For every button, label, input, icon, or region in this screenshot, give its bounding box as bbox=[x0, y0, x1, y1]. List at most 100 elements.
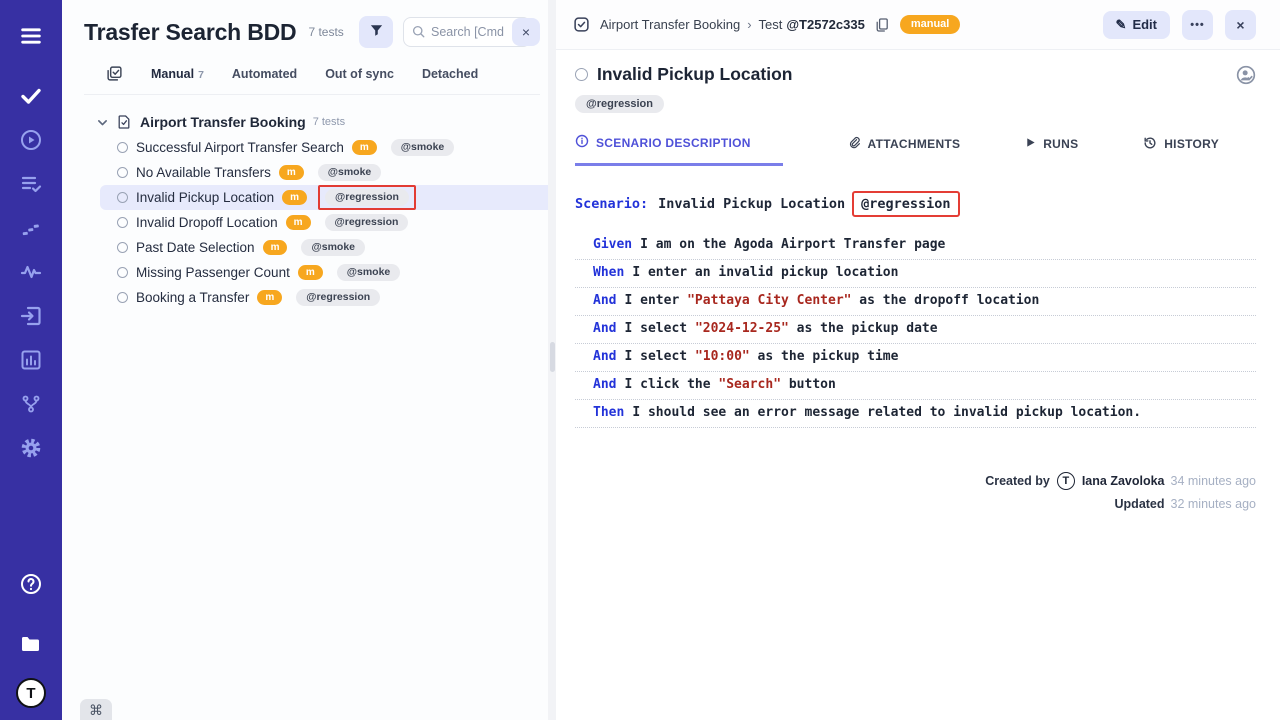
tag-pill: @smoke bbox=[337, 264, 401, 282]
resize-handle[interactable] bbox=[550, 342, 555, 372]
test-status-circle-icon bbox=[117, 142, 128, 153]
step-text: as the pickup time bbox=[750, 349, 899, 364]
search-close-button[interactable]: × bbox=[512, 18, 540, 46]
scenario-step: AndI select "2024-12-25" as the pickup d… bbox=[575, 316, 1256, 344]
chevron-down-icon[interactable] bbox=[96, 116, 109, 129]
manual-badge: m bbox=[257, 290, 282, 305]
bar-chart-icon[interactable] bbox=[18, 347, 44, 373]
filter-tabs-row: Manual7 Automated Out of sync Detached bbox=[84, 65, 540, 95]
breadcrumb-separator: › bbox=[747, 17, 751, 32]
edit-button[interactable]: ✎ Edit bbox=[1103, 11, 1170, 39]
funnel-icon bbox=[369, 23, 384, 41]
step-keyword: When bbox=[593, 265, 624, 280]
assignee-icon[interactable] bbox=[1236, 65, 1256, 85]
paperclip-icon[interactable] bbox=[848, 136, 861, 152]
step-text: I enter an invalid pickup location bbox=[632, 265, 898, 280]
test-status-circle-icon bbox=[117, 267, 128, 278]
scenario-step: Given I am on the Agoda Airport Transfer … bbox=[575, 232, 1256, 260]
detail-actions: ✎ Edit ••• × bbox=[1103, 10, 1256, 40]
test-status-circle-icon bbox=[575, 68, 588, 81]
pulse-icon[interactable] bbox=[18, 259, 44, 285]
tab-label: RUNS bbox=[1043, 137, 1078, 151]
history-icon[interactable] bbox=[1143, 136, 1157, 153]
tag-pill: @regression bbox=[325, 214, 409, 232]
filter-tab-label: Automated bbox=[232, 67, 297, 81]
manual-status-badge: manual bbox=[900, 15, 961, 34]
test-row[interactable]: No Available Transfersm@smoke bbox=[62, 160, 548, 185]
step-string-value: "10:00" bbox=[695, 349, 750, 364]
filter-tab-manual[interactable]: Manual7 bbox=[151, 67, 204, 81]
list-title-row: Trasfer Search BDD 7 tests × bbox=[84, 16, 540, 48]
folder-icon[interactable] bbox=[18, 631, 44, 657]
play-circle-icon[interactable] bbox=[18, 127, 44, 153]
filter-tab-automated[interactable]: Automated bbox=[232, 67, 297, 81]
exit-icon[interactable] bbox=[18, 303, 44, 329]
tab-runs[interactable]: RUNS bbox=[1025, 134, 1078, 166]
panel-resize-divider[interactable] bbox=[548, 0, 556, 720]
test-row[interactable]: Missing Passenger Countm@smoke bbox=[62, 260, 548, 285]
list-check-icon[interactable] bbox=[18, 171, 44, 197]
test-status-circle-icon bbox=[117, 192, 128, 203]
gear-icon[interactable] bbox=[18, 435, 44, 461]
scenario-name: Invalid Pickup Location bbox=[658, 196, 845, 212]
check-icon[interactable] bbox=[18, 83, 44, 109]
test-name: Past Date Selection bbox=[136, 240, 255, 255]
more-options-button[interactable]: ••• bbox=[1182, 10, 1213, 40]
filter-tab-count: 7 bbox=[198, 69, 204, 81]
filter-tab-out-of-sync[interactable]: Out of sync bbox=[325, 67, 394, 81]
close-detail-button[interactable]: × bbox=[1225, 10, 1256, 40]
tag-pill: @regression bbox=[325, 189, 409, 207]
step-keyword: Given bbox=[593, 237, 632, 252]
tab-attachments[interactable]: ATTACHMENTS bbox=[848, 134, 961, 166]
scenario-step: AndI enter "Pattaya City Center" as the … bbox=[575, 288, 1256, 316]
filter-tab-detached[interactable]: Detached bbox=[422, 67, 478, 81]
test-name: Invalid Pickup Location bbox=[136, 190, 274, 205]
author-avatar[interactable]: T bbox=[1057, 472, 1075, 490]
scenario-tag-highlight-box: @regression bbox=[852, 191, 959, 217]
breadcrumb-suite-link[interactable]: Airport Transfer Booking bbox=[600, 17, 740, 32]
scenario-heading: Scenario: Invalid Pickup Location @regre… bbox=[575, 191, 1256, 217]
side-navigation: T bbox=[0, 0, 62, 720]
edit-button-label: Edit bbox=[1132, 17, 1157, 32]
step-text: I click the bbox=[624, 377, 718, 392]
test-row[interactable]: Invalid Dropoff Locationm@regression bbox=[62, 210, 548, 235]
tab-history[interactable]: HISTORY bbox=[1143, 134, 1219, 166]
app-logo-icon[interactable]: T bbox=[16, 678, 46, 708]
branch-icon[interactable] bbox=[18, 391, 44, 417]
test-row[interactable]: Booking a Transferm@regression bbox=[62, 285, 548, 310]
tab-scenario-description[interactable]: SCENARIO DESCRIPTION bbox=[575, 134, 783, 166]
manual-badge: m bbox=[282, 190, 307, 205]
menu-icon[interactable] bbox=[18, 23, 44, 49]
scenario-step: AndI click the "Search" button bbox=[575, 372, 1256, 400]
command-key-badge[interactable]: ⌘ bbox=[80, 699, 112, 720]
filter-button[interactable] bbox=[359, 16, 393, 48]
step-keyword: And bbox=[593, 293, 616, 308]
created-by-row: Created by T Iana Zavoloka 34 minutes ag… bbox=[575, 472, 1256, 490]
detail-tabs: SCENARIO DESCRIPTION ATTACHMENTS RUNS HISTO… bbox=[575, 134, 1219, 166]
info-icon[interactable] bbox=[575, 134, 589, 151]
step-text: I enter bbox=[624, 293, 687, 308]
play-icon[interactable] bbox=[1025, 137, 1036, 151]
steps-icon[interactable] bbox=[18, 215, 44, 241]
tag-pill: @smoke bbox=[318, 164, 382, 182]
step-text: I am on the Agoda Airport Transfer page bbox=[640, 237, 945, 252]
test-row[interactable]: Successful Airport Transfer Searchm@smok… bbox=[62, 135, 548, 160]
step-keyword: And bbox=[593, 349, 616, 364]
test-detail-panel: Airport Transfer Booking › Test @T2572c3… bbox=[556, 0, 1280, 720]
select-all-icon[interactable] bbox=[106, 65, 123, 82]
step-text: button bbox=[781, 377, 836, 392]
test-name: Invalid Dropoff Location bbox=[136, 215, 278, 230]
help-icon[interactable] bbox=[18, 571, 44, 597]
test-row[interactable]: Past Date Selectionm@smoke bbox=[62, 235, 548, 260]
scenario-step: When I enter an invalid pickup location bbox=[575, 260, 1256, 288]
test-list-panel: Trasfer Search BDD 7 tests × Manual7 Auto… bbox=[62, 0, 548, 720]
test-status-circle-icon bbox=[117, 292, 128, 303]
step-text: I should see an error message related to… bbox=[632, 405, 1141, 420]
suite-row[interactable]: Airport Transfer Booking 7 tests bbox=[62, 109, 548, 135]
breadcrumb-test-id: @T2572c335 bbox=[786, 17, 864, 32]
copy-icon[interactable] bbox=[874, 17, 890, 33]
checkbox-icon bbox=[573, 16, 590, 33]
tag-pill: @smoke bbox=[391, 139, 455, 157]
test-row[interactable]: Invalid Pickup Location m @regression bbox=[100, 185, 548, 210]
step-text: I select bbox=[624, 349, 694, 364]
